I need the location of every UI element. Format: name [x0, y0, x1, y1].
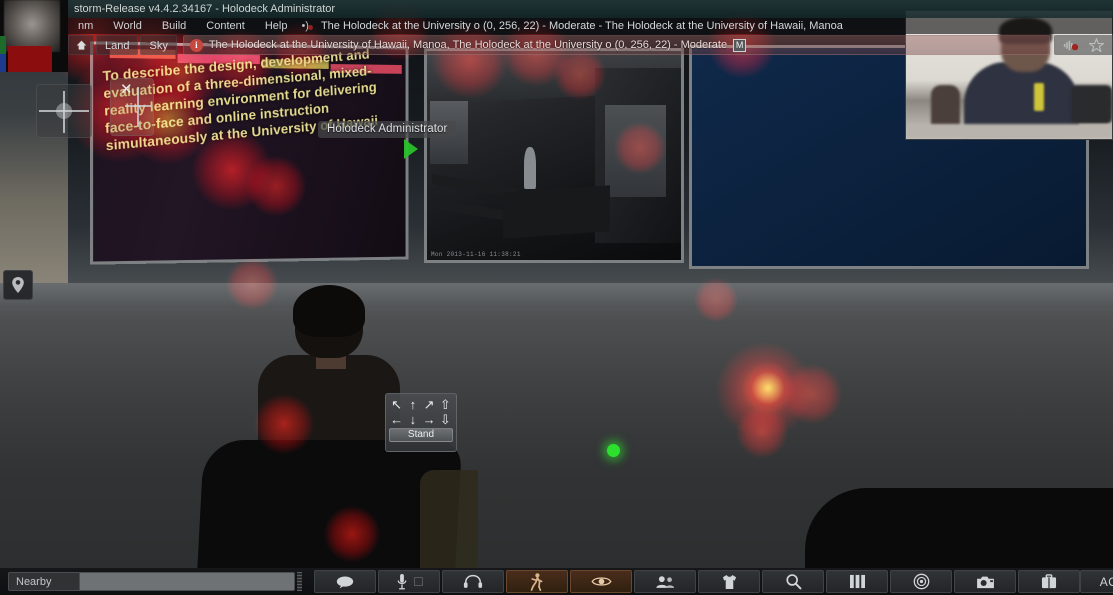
snapshot-button[interactable] [954, 570, 1017, 593]
volume-icon[interactable]: •) [297, 18, 317, 34]
camera-controls-panel[interactable] [36, 84, 92, 138]
magnifier-icon [785, 573, 802, 590]
menu-item-nm[interactable]: nm [68, 18, 103, 34]
movement-stand-widget[interactable]: ↖ ↑ ↗ ⇧ ← ↓ → ⇩ Stand [385, 393, 457, 452]
places-button[interactable] [826, 570, 889, 593]
microphone-icon [396, 573, 408, 590]
menubar-location-summary: The Holodeck at the University o (0, 256… [320, 20, 843, 32]
inventory-button[interactable] [1018, 570, 1081, 593]
location-pin-icon [12, 277, 24, 293]
location-bar[interactable]: i The Holodeck at the University of Hawa… [182, 35, 1050, 55]
menu-item-world[interactable]: World [103, 18, 152, 34]
turn-left-forward-icon[interactable]: ↖ [389, 397, 404, 411]
toolbar-button-group[interactable] [314, 570, 1081, 593]
location-text: The Holodeck at the University of Hawaii… [208, 39, 728, 51]
menu-bar[interactable]: nm World Build Content Help •) The Holod… [68, 18, 1113, 34]
gaze-point-dot [607, 444, 620, 457]
voice-button[interactable] [442, 570, 505, 593]
people-icon [655, 575, 675, 589]
camera-timestamp: Mon 2013-11-16 11:38:21 [431, 251, 521, 258]
speak-dropdown-box[interactable] [413, 577, 423, 586]
land-button[interactable]: Land [96, 35, 139, 55]
nearby-chat-input[interactable] [79, 572, 296, 591]
strafe-left-icon[interactable]: ← [389, 412, 404, 426]
speech-bubble-icon [335, 575, 355, 589]
turn-right-forward-icon[interactable]: ↗ [422, 397, 437, 411]
viewer-window: To describe the design, development and … [0, 0, 1113, 595]
bottom-toolbar[interactable]: Nearby Chat AO [0, 568, 1113, 595]
move-button[interactable] [506, 570, 569, 593]
search-button[interactable] [762, 570, 825, 593]
home-button[interactable] [68, 35, 94, 55]
destinations-button[interactable] [890, 570, 953, 593]
eye-icon [591, 575, 612, 588]
presentation-screen[interactable]: To describe the design, development and … [89, 41, 409, 265]
chat-resize-grip[interactable] [297, 572, 303, 591]
move-forward-icon[interactable]: ↑ [405, 397, 420, 411]
chat-button[interactable] [314, 570, 377, 593]
menu-item-content[interactable]: Content [196, 18, 255, 34]
strafe-right-icon[interactable]: → [422, 412, 437, 426]
view-button[interactable] [570, 570, 633, 593]
avatar-hair [293, 285, 365, 337]
menu-item-help[interactable]: Help [255, 18, 298, 34]
menu-item-build[interactable]: Build [152, 18, 196, 34]
navigation-bar[interactable]: Land Sky i The Holodeck at the Universit… [68, 34, 1113, 56]
navbar-icon-group[interactable] [1054, 35, 1113, 55]
walking-person-icon [530, 572, 544, 591]
camera-icon [976, 575, 995, 589]
fly-up-icon[interactable]: ⇧ [438, 397, 453, 411]
close-panel-icon[interactable]: ✕ [120, 82, 133, 97]
webcam-overlay-left[interactable] [0, 0, 68, 72]
sky-button[interactable]: Sky [140, 35, 177, 55]
movement-button-grid[interactable]: ↖ ↑ ↗ ⇧ ← ↓ → ⇩ [389, 397, 453, 426]
info-icon: i [189, 38, 203, 52]
appearance-button[interactable] [698, 570, 761, 593]
maturity-badge: M [733, 38, 747, 52]
home-icon [76, 40, 86, 50]
headphones-icon [463, 574, 483, 589]
book-columns-icon [849, 574, 866, 589]
move-backward-icon[interactable]: ↓ [405, 412, 420, 426]
avatar-nametag: Holodeck Administrator [318, 121, 457, 138]
speak-button[interactable] [378, 570, 441, 593]
people-button[interactable] [634, 570, 697, 593]
star-icon[interactable] [1089, 38, 1104, 52]
green-arrow-marker [404, 139, 418, 159]
window-titlebar: storm-Release v4.4.2.34167 - Holodeck Ad… [68, 0, 1113, 18]
ao-label: AO [1099, 574, 1113, 589]
nearby-chat-group[interactable]: Nearby Chat [8, 572, 303, 591]
ao-button[interactable]: AO [1080, 570, 1113, 593]
shirt-icon [721, 574, 738, 590]
fly-down-icon[interactable]: ⇩ [438, 412, 453, 426]
camera-feed-image: Mon 2013-11-16 11:38:21 [427, 51, 681, 260]
stand-button[interactable]: Stand [389, 428, 453, 442]
media-volume-icon[interactable] [1063, 39, 1079, 52]
target-icon [913, 573, 930, 590]
floor-horizon [0, 283, 1113, 305]
nearby-chat-label: Nearby Chat [8, 572, 80, 591]
suitcase-icon [1041, 574, 1057, 589]
place-profile-button[interactable] [3, 270, 33, 300]
camera-feed-screen[interactable]: Mon 2013-11-16 11:38:21 [424, 48, 684, 263]
window-title: storm-Release v4.4.2.34167 - Holodeck Ad… [74, 3, 336, 15]
